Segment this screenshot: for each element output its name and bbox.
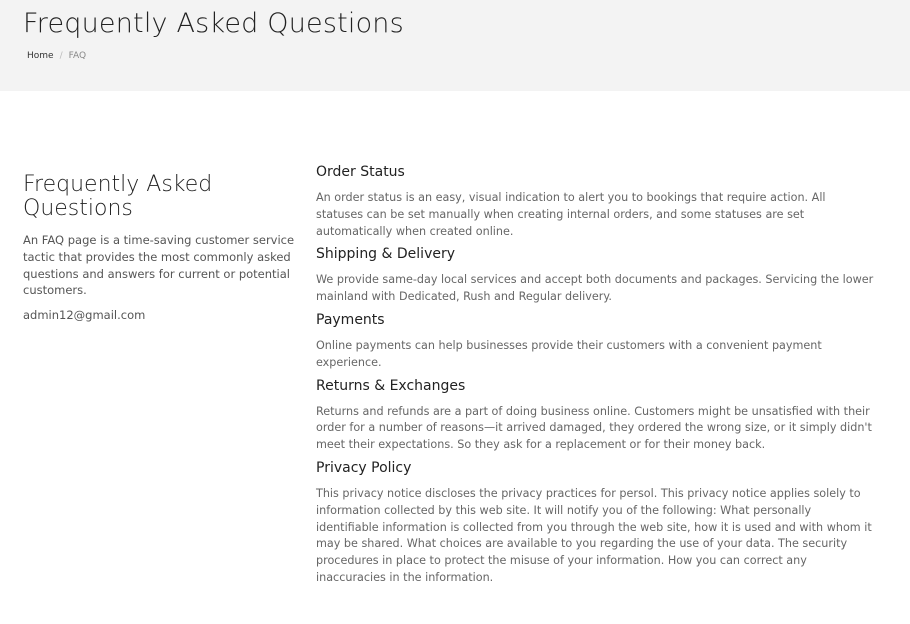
faq-question: Order Status <box>316 164 405 180</box>
intro-title: Frequently Asked Questions <box>23 172 213 221</box>
faq-answer: An order status is an easy, visual indic… <box>316 191 826 238</box>
breadcrumb-home-link[interactable]: Home <box>27 51 54 61</box>
faq-question: Payments <box>316 311 385 328</box>
faq-list: Order Status An order status is an easy,… <box>316 162 876 587</box>
faq-answer: Online payments can help businesses prov… <box>316 338 822 369</box>
faq-intro: Frequently Asked Questions An FAQ page i… <box>23 172 295 323</box>
faq-item-order-status: Order Status An order status is an easy,… <box>316 162 876 240</box>
breadcrumb: Home / FAQ <box>27 51 86 61</box>
page-title: Frequently Asked Questions <box>23 8 404 39</box>
faq-question: Shipping & Delivery <box>316 246 456 263</box>
faq-answer: Returns and refunds are a part of doing … <box>316 404 872 452</box>
faq-question: Returns & Exchanges <box>316 377 466 394</box>
breadcrumb-current: FAQ <box>68 51 87 61</box>
intro-text: An FAQ page is a time-saving customer se… <box>23 233 295 298</box>
faq-item-returns-exchanges: Returns & Exchanges Returns and refunds … <box>316 376 876 454</box>
faq-answer: This privacy notice discloses the privac… <box>316 486 872 584</box>
faq-item-privacy-policy: Privacy Policy This privacy notice discl… <box>316 458 876 587</box>
faq-answer: We provide same-day local services and a… <box>316 273 874 304</box>
breadcrumb-separator: / <box>59 51 63 61</box>
faq-question: Privacy Policy <box>316 459 412 476</box>
faq-item-shipping-delivery: Shipping & Delivery We provide same-day … <box>316 244 876 306</box>
contact-email: admin12@gmail.com <box>23 308 146 323</box>
faq-item-payments: Payments Online payments can help busine… <box>316 310 876 372</box>
page-header: Frequently Asked Questions Home / FAQ <box>0 0 910 91</box>
